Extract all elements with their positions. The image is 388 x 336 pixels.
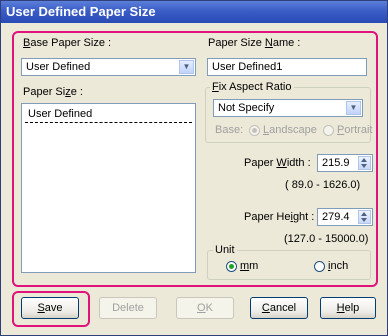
ok-button[interactable]: OK [176, 297, 234, 319]
base-paper-size-value: User Defined [26, 61, 91, 73]
list-item[interactable]: User Defined [25, 107, 192, 123]
spin-arrows-icon[interactable] [358, 156, 371, 170]
paper-width-label: Paper Width : [244, 157, 311, 169]
paper-size-name-input[interactable]: User Defined1 [207, 58, 367, 76]
landscape-radio[interactable] [249, 125, 260, 136]
fix-aspect-ratio-title: Fix Aspect Ratio [210, 81, 294, 93]
base-paper-size-select[interactable]: User Defined ▼ [21, 58, 196, 76]
paper-size-name-label: Paper Size Name : [208, 37, 301, 49]
unit-title: Unit [213, 244, 237, 256]
landscape-label: Landscape [263, 124, 317, 136]
mm-radio[interactable] [226, 261, 237, 272]
mm-label: mm [240, 260, 259, 272]
paper-width-stepper[interactable]: 215.9 [317, 154, 373, 172]
spin-arrows-icon[interactable] [358, 210, 371, 224]
delete-button[interactable]: Delete [99, 297, 157, 319]
paper-height-label: Paper Height : [244, 211, 315, 223]
paper-size-list[interactable]: User Defined [21, 103, 196, 273]
inch-label: inch [328, 260, 349, 272]
aspect-ratio-select[interactable]: Not Specify ▼ [213, 99, 363, 117]
paper-size-label: Paper Size : [23, 86, 83, 98]
paper-height-stepper[interactable]: 279.4 [317, 208, 373, 226]
cancel-button[interactable]: Cancel [250, 297, 308, 319]
base-paper-size-label: Base Paper Size : [23, 37, 112, 49]
save-button[interactable]: Save [21, 297, 79, 319]
base-label: Base: [215, 124, 244, 136]
inch-radio[interactable] [314, 261, 325, 272]
chevron-down-icon[interactable]: ▼ [346, 101, 361, 115]
dialog-content: Base Paper Size : User Defined ▼ Paper S… [1, 23, 387, 335]
paper-height-range: (127.0 - 15000.0) [284, 233, 369, 245]
portrait-label: Portrait [337, 124, 373, 136]
window-title: User Defined Paper Size [1, 1, 387, 23]
portrait-radio[interactable] [323, 125, 334, 136]
paper-width-range: ( 89.0 - 1626.0) [285, 179, 361, 191]
chevron-down-icon[interactable]: ▼ [179, 60, 194, 74]
dialog-window: User Defined Paper Size Base Paper Size … [0, 0, 388, 336]
help-button[interactable]: Help [320, 297, 376, 319]
